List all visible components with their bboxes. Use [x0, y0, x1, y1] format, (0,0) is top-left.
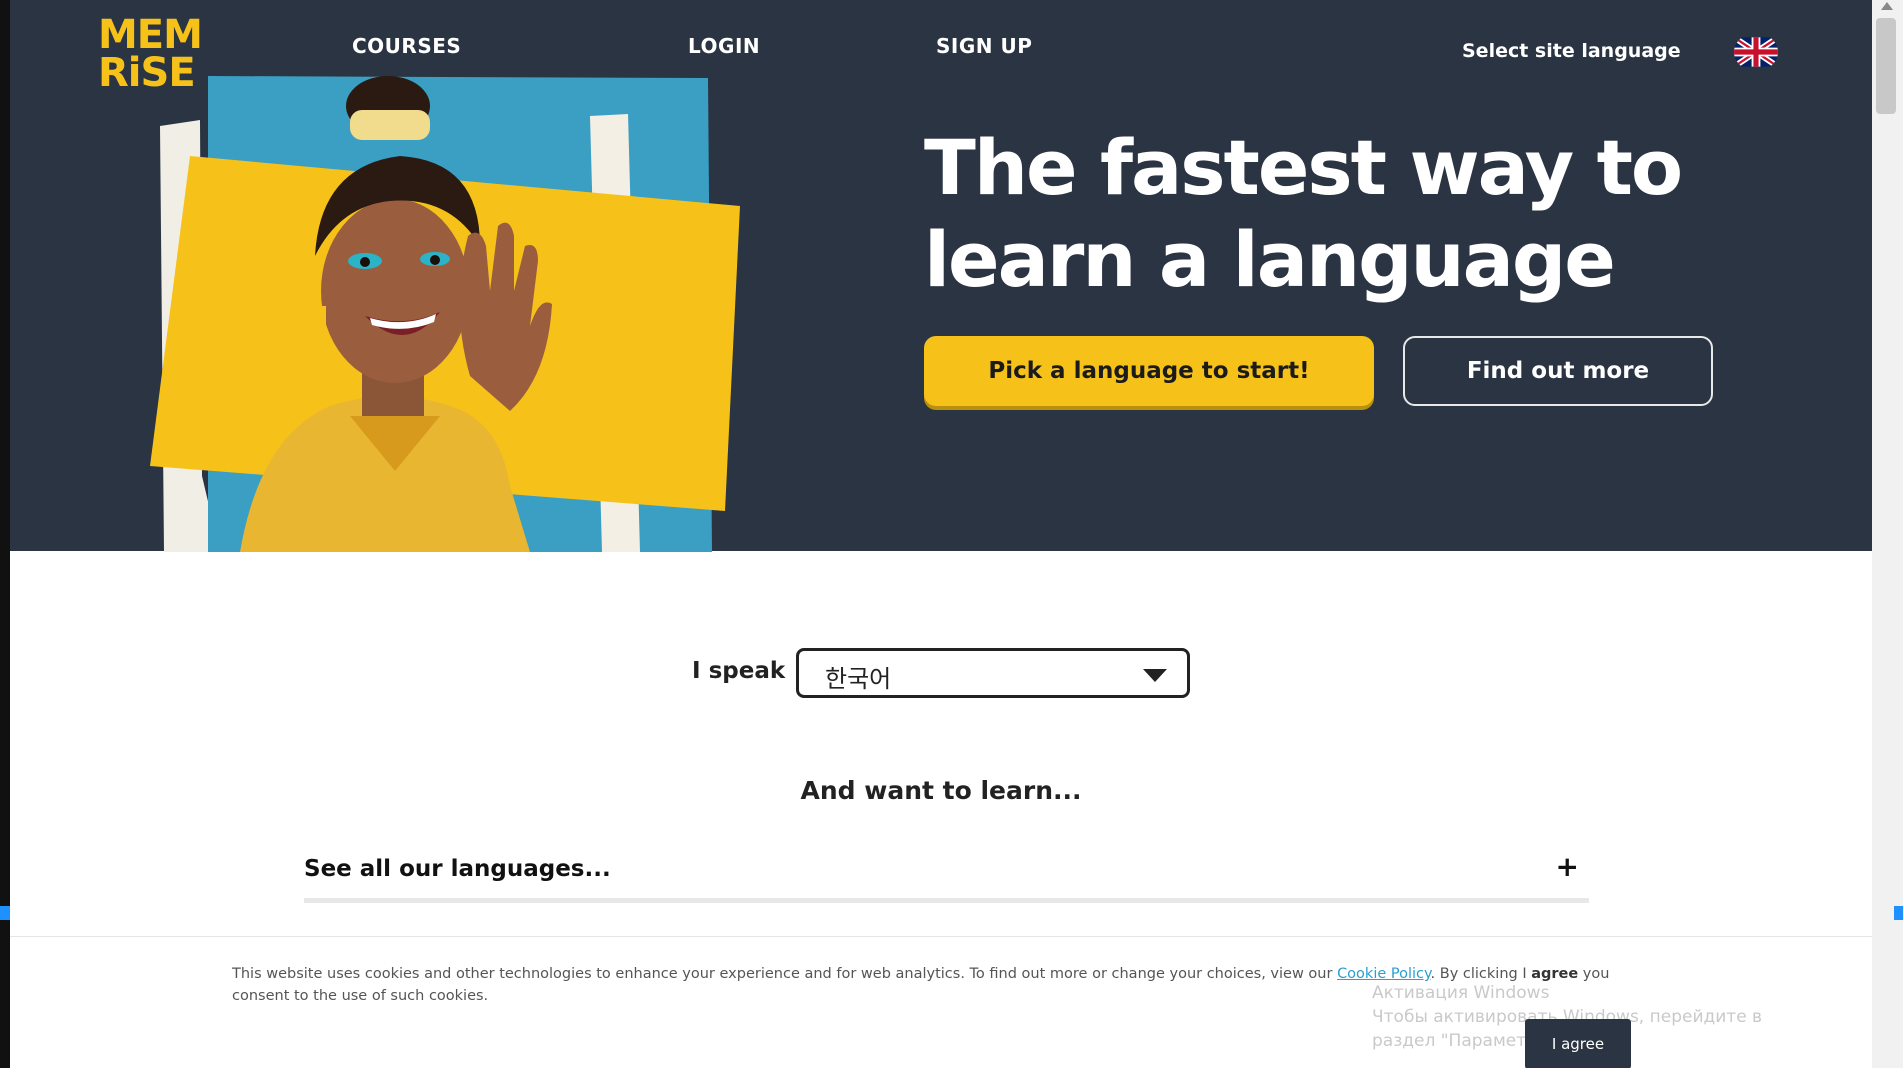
i-speak-label: I speak	[692, 658, 786, 684]
hero-illustration	[150, 76, 750, 552]
see-all-languages-label: See all our languages...	[304, 856, 611, 882]
hero-section: MEM RiSE COURSES LOGIN SIGN UP Select si…	[10, 0, 1872, 552]
headline-line-2: learn a language	[924, 215, 1616, 304]
nav-courses-link[interactable]: COURSES	[352, 34, 461, 58]
scroll-up-arrow-icon[interactable]	[1881, 2, 1893, 10]
i-agree-button[interactable]: I agree	[1525, 1019, 1631, 1068]
plus-icon[interactable]: +	[1556, 850, 1579, 883]
uk-flag-icon[interactable]	[1734, 33, 1778, 71]
right-edge-marker	[1894, 906, 1903, 920]
scrollbar-thumb[interactable]	[1876, 18, 1896, 114]
selected-language-value: 한국어	[825, 665, 892, 693]
memrise-page: MEM RiSE COURSES LOGIN SIGN UP Select si…	[10, 0, 1872, 1068]
watermark-line-1: Активация Windows	[1372, 983, 1550, 1003]
cookie-policy-link[interactable]: Cookie Policy	[1337, 966, 1430, 982]
left-edge-marker	[0, 906, 10, 920]
headline-line-1: The fastest way to	[924, 123, 1683, 212]
cookie-agree-word: agree	[1531, 966, 1579, 982]
see-all-languages-toggle[interactable]: See all our languages... +	[304, 850, 1589, 903]
pick-language-button[interactable]: Pick a language to start!	[924, 336, 1374, 406]
nav-signup-link[interactable]: SIGN UP	[936, 34, 1032, 58]
cookie-text-start: This website uses cookies and other tech…	[232, 966, 1338, 982]
select-site-language-link[interactable]: Select site language	[1462, 40, 1681, 62]
find-out-more-button[interactable]: Find out more	[1403, 336, 1713, 406]
source-language-select[interactable]: 한국어	[796, 648, 1190, 698]
cookie-banner: This website uses cookies and other tech…	[10, 936, 1872, 1068]
want-to-learn-heading: And want to learn...	[800, 776, 1082, 805]
logo-line-1: MEM	[98, 12, 203, 58]
cookie-text-middle: . By clicking I	[1430, 966, 1532, 982]
nav-login-link[interactable]: LOGIN	[688, 34, 760, 58]
hero-headline: The fastest way to learn a language	[924, 122, 1804, 306]
caret-down-icon	[1143, 669, 1167, 682]
